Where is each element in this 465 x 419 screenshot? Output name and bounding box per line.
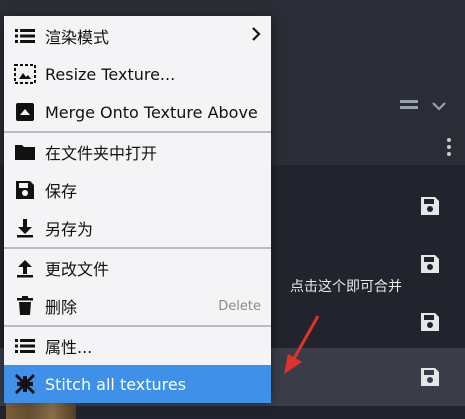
save-icon[interactable] bbox=[419, 311, 441, 333]
menu-item-label: 删除 bbox=[45, 298, 78, 317]
menu-item-change-file[interactable]: 更改文件 bbox=[4, 249, 271, 287]
menu-item-label: 更改文件 bbox=[45, 260, 110, 279]
list-icon bbox=[14, 25, 36, 47]
more-options-icon[interactable] bbox=[446, 138, 452, 158]
list-icon bbox=[14, 335, 36, 357]
chevron-right-icon bbox=[251, 26, 261, 46]
menu-item-save-as[interactable]: 另存为 bbox=[4, 209, 271, 247]
menu-item-merge-onto-texture-above[interactable]: Merge Onto Texture Above bbox=[4, 93, 271, 131]
menu-item-label: 属性... bbox=[45, 338, 93, 357]
menu-item-properties[interactable]: 属性... bbox=[4, 327, 271, 365]
download-icon bbox=[14, 217, 36, 239]
menu-item-label: Merge Onto Texture Above bbox=[45, 102, 258, 122]
stitch-icon bbox=[14, 373, 36, 395]
menu-item-label: 渲染模式 bbox=[45, 28, 110, 47]
shortcut-hint: Delete bbox=[218, 298, 261, 314]
menu-item-label: 在文件夹中打开 bbox=[45, 144, 158, 163]
resize-icon bbox=[14, 63, 36, 85]
folder-icon bbox=[14, 141, 36, 163]
save-icon[interactable] bbox=[419, 195, 441, 217]
save-icon bbox=[14, 179, 36, 201]
menu-item-label: 保存 bbox=[45, 182, 78, 201]
menu-item-save[interactable]: 保存 bbox=[4, 171, 271, 209]
chevron-down-icon[interactable] bbox=[432, 96, 446, 115]
context-menu: 渲染模式 Resize Texture... Merge Onto Textur… bbox=[4, 16, 271, 403]
annotation-arrow-icon bbox=[284, 315, 320, 374]
panel-controls bbox=[400, 94, 460, 116]
menu-item-label: 另存为 bbox=[45, 220, 94, 239]
menu-lines-icon[interactable] bbox=[400, 96, 418, 115]
save-icon[interactable] bbox=[419, 253, 441, 275]
trash-icon bbox=[14, 295, 36, 317]
menu-item-resize-texture[interactable]: Resize Texture... bbox=[4, 55, 271, 93]
merge-up-icon bbox=[14, 101, 36, 123]
menu-item-open-in-folder[interactable]: 在文件夹中打开 bbox=[4, 133, 271, 171]
menu-item-render-mode[interactable]: 渲染模式 bbox=[4, 17, 271, 55]
app-window: 点击这个即可合并 渲染模式 Resize Texture... Merge On… bbox=[0, 0, 465, 419]
menu-item-delete[interactable]: 删除 Delete bbox=[4, 287, 271, 325]
save-icon[interactable] bbox=[419, 366, 441, 388]
menu-item-label: Resize Texture... bbox=[45, 64, 176, 84]
menu-item-stitch-all-textures[interactable]: Stitch all textures bbox=[4, 365, 271, 403]
menu-item-label: Stitch all textures bbox=[45, 374, 187, 394]
annotation-text: 点击这个即可合并 bbox=[290, 279, 402, 295]
upload-icon bbox=[14, 257, 36, 279]
